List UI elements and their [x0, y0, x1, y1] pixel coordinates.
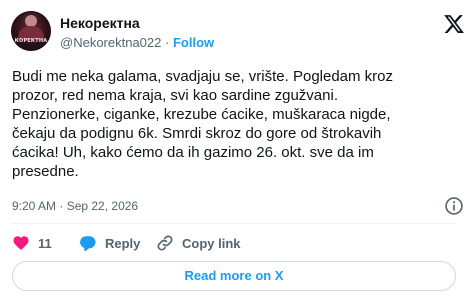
reply-icon — [80, 236, 96, 252]
reply-button[interactable]: Reply — [79, 233, 140, 253]
tweet-text: Budi me neka galama, svadjaju se, vrište… — [12, 67, 460, 181]
avatar-logo-text: КОРЕКТНА — [14, 38, 48, 44]
author-handle-row: @Nekorektna022 · Follow — [60, 35, 214, 50]
reply-label: Reply — [105, 235, 141, 251]
copy-link-label: Copy link — [182, 235, 241, 251]
author-handle[interactable]: @Nekorektna022 — [60, 35, 161, 50]
tweet-timestamp[interactable]: 9:20 AM · Sep 22, 2026 — [12, 199, 138, 213]
author-display-name[interactable]: Некоректна — [60, 15, 140, 31]
like-count: 11 — [38, 235, 52, 251]
heart-icon — [13, 236, 29, 250]
tweet-text-line: čekaju da podignu 6k. Smrdi skroz do gor… — [12, 125, 382, 142]
tweet-text-line: presedne. — [12, 163, 79, 180]
like-button[interactable]: 11 — [12, 233, 52, 253]
link-icon — [157, 235, 173, 251]
follow-button[interactable]: Follow — [173, 35, 214, 50]
tweet-text-line: Penzionerke, ciganke, krezube ćacike, mu… — [12, 106, 391, 123]
tweet-text-line: prozor, red nema kraja, svi kao sardine … — [12, 87, 338, 104]
divider — [12, 223, 456, 224]
tweet-text-line: ćacika! Uh, kako ćemo da ih gazimo 26. o… — [12, 144, 374, 161]
read-more-button[interactable]: Read more on X — [12, 261, 456, 291]
tweet-text-line: Budi me neka galama, svadjaju se, vrište… — [12, 68, 394, 85]
copy-link-button[interactable]: Copy link — [156, 233, 241, 253]
info-icon[interactable] — [444, 196, 464, 216]
avatar[interactable]: КОРЕКТНА — [11, 11, 51, 51]
x-logo-icon[interactable] — [443, 13, 465, 35]
handle-separator: · — [165, 35, 170, 50]
